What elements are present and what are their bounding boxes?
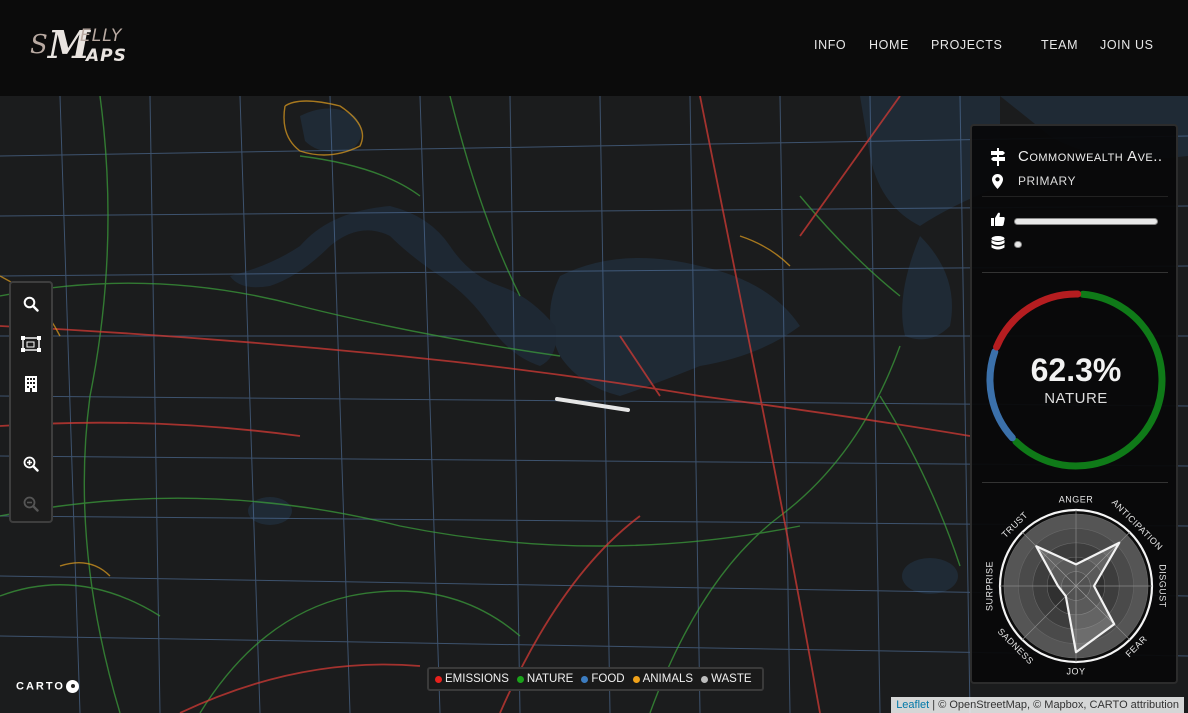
zoom-in-icon bbox=[23, 456, 39, 472]
zoom-in-button[interactable] bbox=[11, 447, 51, 481]
smell-label: NATURE bbox=[1044, 390, 1108, 407]
database-icon bbox=[991, 236, 1005, 250]
building-icon bbox=[25, 376, 37, 392]
likes-bar bbox=[1014, 218, 1158, 225]
top-header: S M ELLY APS INFO HOME PROJECTS TEAM JOI… bbox=[0, 0, 1188, 96]
logo-letter-s: S bbox=[30, 30, 48, 60]
search-tool-button[interactable] bbox=[11, 287, 51, 321]
logo-elly: ELLY bbox=[80, 26, 123, 46]
zoom-out-icon bbox=[23, 496, 39, 512]
nav-info[interactable]: INFO bbox=[814, 38, 846, 52]
legend-dot bbox=[516, 675, 524, 683]
radar-label-joy: JOY bbox=[1066, 666, 1085, 676]
zoom-out-button[interactable] bbox=[11, 487, 51, 521]
building-button[interactable] bbox=[11, 367, 51, 401]
legend-item-waste: WASTE bbox=[701, 673, 752, 685]
emotion-radar-chart: ANGER ANTICIPATIONDISGUSTFEARJOYSADNESSSU… bbox=[984, 494, 1168, 676]
legend-dot bbox=[632, 675, 640, 683]
panel-divider bbox=[982, 196, 1168, 197]
legend-item-nature: NATURE bbox=[516, 673, 573, 685]
legend-item-animals: ANIMALS bbox=[632, 673, 693, 685]
smelly-maps-logo[interactable]: S M ELLY APS bbox=[28, 22, 138, 70]
select-area-icon bbox=[21, 336, 41, 352]
map-toolbar bbox=[9, 281, 53, 523]
legend-dot bbox=[581, 675, 589, 683]
nav-team[interactable]: TEAM bbox=[1041, 38, 1078, 52]
legend-item-food: FOOD bbox=[581, 673, 625, 685]
map-marker-icon bbox=[992, 174, 1003, 189]
radar-label-surprise: SURPRISE bbox=[984, 561, 994, 611]
radar-label-anger: ANGER bbox=[1059, 494, 1094, 504]
donut-segment-emissions bbox=[993, 290, 1082, 351]
legend-dot bbox=[435, 675, 442, 683]
legend-dot bbox=[701, 675, 709, 683]
nav-home[interactable]: HOME bbox=[869, 38, 909, 52]
street-info-panel: Commonwealth Ave.. PRIMARY 62.3% NATURE … bbox=[970, 124, 1178, 684]
select-area-button[interactable] bbox=[11, 327, 51, 361]
panel-divider bbox=[982, 272, 1168, 273]
nav-projects[interactable]: PROJECTS bbox=[931, 38, 1002, 52]
signpost-icon bbox=[991, 148, 1005, 166]
panel-divider bbox=[982, 482, 1168, 483]
smell-legend: EMISSIONS NATURE FOOD ANIMALS WASTE bbox=[427, 667, 764, 691]
radar-label-disgust: DISGUST bbox=[1158, 564, 1168, 608]
logo-aps: APS bbox=[86, 46, 127, 66]
road-type: PRIMARY bbox=[1018, 174, 1076, 188]
nav-join-us[interactable]: JOIN US bbox=[1100, 38, 1154, 52]
smell-percent: 62.3% bbox=[1030, 352, 1122, 388]
carto-logo[interactable]: CARTO bbox=[16, 680, 79, 693]
map-attribution: Leaflet | © OpenStreetMap, © Mapbox, CAR… bbox=[891, 697, 1184, 713]
thumbs-up-icon bbox=[991, 212, 1005, 226]
carto-dot-icon bbox=[65, 680, 79, 693]
street-name: Commonwealth Ave.. bbox=[1018, 148, 1163, 165]
search-icon bbox=[23, 296, 39, 312]
data-bar bbox=[1014, 241, 1022, 248]
leaflet-link[interactable]: Leaflet bbox=[896, 699, 929, 711]
legend-item-emissions: EMISSIONS bbox=[435, 673, 509, 685]
